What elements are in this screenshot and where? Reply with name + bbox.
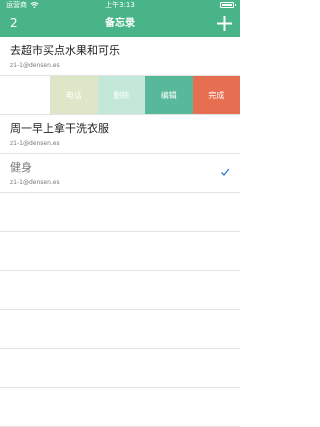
note-subtitle: z1-1@densen.es	[10, 179, 60, 186]
status-bar: 运营商 上午3:13	[0, 0, 240, 10]
list-item[interactable]: 去超市买点水果和可乐 z1-1@densen.es	[0, 37, 240, 76]
empty-row	[0, 193, 240, 232]
delete-button[interactable]: 删除	[97, 76, 145, 114]
edit-button[interactable]: 编辑	[145, 76, 193, 114]
complete-button[interactable]: 完成	[192, 76, 240, 114]
empty-row	[0, 349, 240, 388]
call-button[interactable]: 电话	[50, 76, 98, 114]
swipe-actions: 电话 删除 编辑 完成	[50, 76, 240, 114]
note-list: 去超市买点水果和可乐 z1-1@densen.es 电话 删除 编辑 完成 周一…	[0, 37, 240, 427]
empty-row	[0, 271, 240, 310]
list-item[interactable]: 健身 z1-1@densen.es	[0, 154, 240, 193]
clock: 上午3:13	[105, 1, 135, 9]
note-title: 周一早上拿干洗衣服	[10, 122, 109, 135]
note-title: 去超市买点水果和可乐	[10, 44, 120, 57]
list-item[interactable]: 周一早上拿干洗衣服 z1-1@densen.es	[0, 115, 240, 154]
navigation-bar: 2 备忘录	[0, 10, 240, 37]
note-subtitle: z1-1@densen.es	[10, 62, 60, 69]
checkmark-icon	[221, 168, 230, 176]
battery-icon	[220, 2, 236, 8]
note-title: 健身	[10, 161, 32, 174]
empty-row	[0, 232, 240, 271]
empty-row	[0, 388, 240, 427]
add-icon[interactable]	[215, 14, 234, 33]
swiped-list-item[interactable]: 电话 删除 编辑 完成	[0, 76, 240, 115]
page-title: 备忘录	[105, 18, 135, 29]
empty-row	[0, 310, 240, 349]
note-subtitle: z1-1@densen.es	[10, 140, 60, 147]
